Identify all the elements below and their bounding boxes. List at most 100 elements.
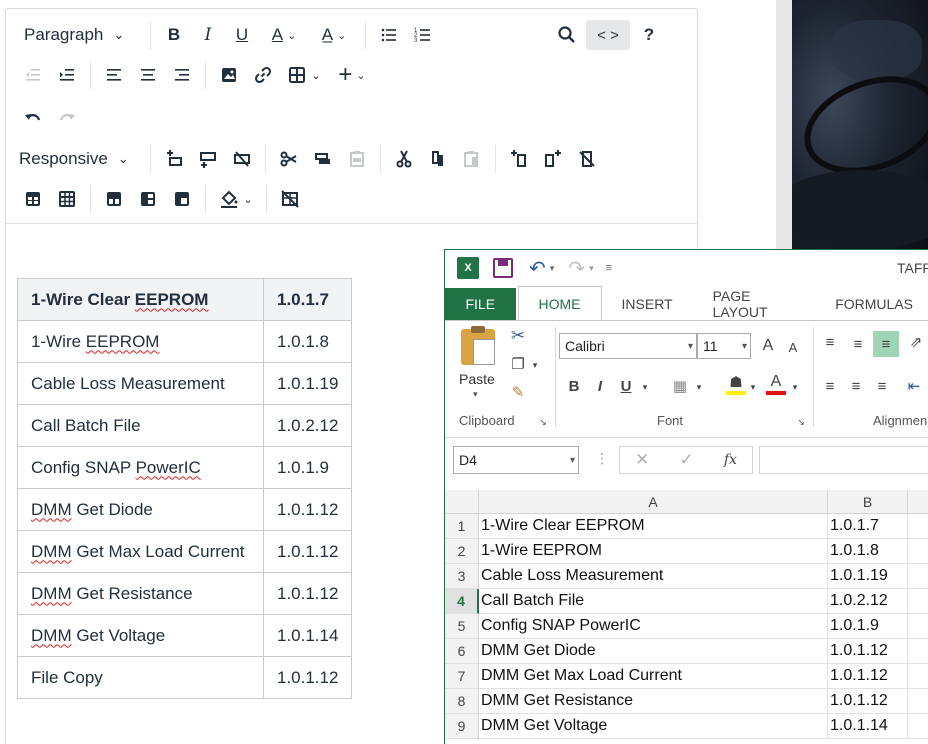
cut-icon[interactable]: ✂ <box>507 325 529 347</box>
table-cell-version[interactable]: 1.0.1.12 <box>262 488 353 531</box>
redo-icon[interactable]: ↷ <box>568 256 585 281</box>
row-header[interactable]: 3 <box>445 564 479 589</box>
table-cell-name[interactable]: DMM Get Max Load Current <box>17 530 264 573</box>
outdent-button[interactable] <box>18 60 48 90</box>
enter-icon[interactable]: ✓ <box>679 450 693 470</box>
row-header[interactable]: 6 <box>445 639 479 664</box>
cancel-icon[interactable]: ✕ <box>635 450 649 470</box>
chevron-down-icon[interactable]: ▾ <box>789 377 801 397</box>
table-cell-version[interactable]: 1.0.1.14 <box>262 614 353 657</box>
chevron-down-icon[interactable]: ▾ <box>529 355 541 375</box>
cell-b[interactable]: 1.0.1.8 <box>828 539 908 564</box>
shrink-font-button[interactable]: A <box>783 337 803 357</box>
chevron-down-icon[interactable]: ▾ <box>473 389 478 400</box>
chevron-down-icon[interactable]: ▾ <box>550 263 555 274</box>
cell-a[interactable]: DMM Get Resistance <box>479 689 828 714</box>
name-box[interactable]: D4 ▾ <box>453 446 579 474</box>
align-bottom-icon[interactable]: ≡ <box>873 331 899 357</box>
insert-row-after-button[interactable] <box>193 144 223 174</box>
insert-function-button[interactable]: fx <box>724 452 737 468</box>
table-cell-version[interactable]: 1.0.1.12 <box>262 572 353 615</box>
grow-font-button[interactable]: A <box>757 335 779 357</box>
row-header[interactable]: 4 <box>445 589 479 614</box>
delete-table-button[interactable] <box>275 184 305 214</box>
table-row[interactable]: DMM Get Diode 1.0.1.12 <box>17 488 353 531</box>
insert-column-after-button[interactable] <box>538 144 568 174</box>
column-header-b[interactable]: B <box>828 490 908 514</box>
align-center-button[interactable] <box>133 60 163 90</box>
cell-b[interactable]: 1.0.1.9 <box>828 614 908 639</box>
table-row[interactable]: DMM Get Max Load Current 1.0.1.12 <box>17 530 353 573</box>
tab-file[interactable]: FILE <box>445 288 516 320</box>
table-button[interactable]: ⌄ <box>282 60 326 90</box>
highlight-color-button[interactable]: A̲ ⌄ <box>311 20 357 50</box>
source-code-button[interactable]: < > <box>586 20 630 50</box>
cell-c[interactable] <box>908 664 928 689</box>
copy-column-button[interactable] <box>423 144 453 174</box>
cut-row-button[interactable] <box>274 144 304 174</box>
table-cell-name[interactable]: 1-Wire EEPROM <box>17 320 264 363</box>
cell-c[interactable] <box>908 639 928 664</box>
insert-menu-button[interactable]: + ⌄ <box>330 60 374 90</box>
table-row[interactable]: DMM Get Voltage 1.0.1.14 <box>17 614 353 657</box>
table-cell-version[interactable]: 1.0.2.12 <box>262 404 353 447</box>
cell-c[interactable] <box>908 564 928 589</box>
paste-icon[interactable] <box>461 326 495 365</box>
table-cell-version[interactable]: 1.0.1.19 <box>262 362 353 405</box>
cell-c[interactable] <box>908 714 928 739</box>
chevron-down-icon[interactable]: ▾ <box>693 377 705 397</box>
column-header-button[interactable] <box>133 184 163 214</box>
table-cell-version[interactable]: 1.0.1.7 <box>262 278 353 321</box>
table-row[interactable]: 1-Wire EEPROM 1.0.1.8 <box>17 320 353 363</box>
chevron-down-icon[interactable]: ▾ <box>747 377 759 397</box>
row-header[interactable]: 1 <box>445 514 479 539</box>
tab-formulas[interactable]: FORMULAS <box>821 288 928 320</box>
cell-a[interactable]: DMM Get Voltage <box>479 714 828 739</box>
row-header[interactable]: 5 <box>445 614 479 639</box>
copy-icon[interactable]: ❐ <box>507 353 529 375</box>
cell-a[interactable]: Call Batch File <box>479 589 828 614</box>
table-cell-name[interactable]: Call Batch File <box>17 404 264 447</box>
chevron-down-icon[interactable]: ▾ <box>639 377 651 397</box>
cell-a[interactable]: DMM Get Max Load Current <box>479 664 828 689</box>
cell-c[interactable] <box>908 689 928 714</box>
cell-b[interactable]: 1.0.1.14 <box>828 714 908 739</box>
decrease-indent-icon[interactable]: ⇤ <box>901 375 927 397</box>
content-table[interactable]: 1-Wire Clear EEPROM 1.0.1.7 1-Wire EEPROM 1… <box>17 278 353 699</box>
help-button[interactable]: ? <box>634 20 664 50</box>
insert-image-button[interactable] <box>214 60 244 90</box>
table-cell-version[interactable]: 1.0.1.12 <box>262 656 353 699</box>
bold-button[interactable]: B <box>159 20 189 50</box>
cell-b[interactable]: 1.0.1.19 <box>828 564 908 589</box>
bullet-list-button[interactable] <box>374 20 404 50</box>
align-left-icon[interactable]: ≡ <box>819 375 841 397</box>
table-width-select[interactable]: Responsive ⌄ <box>16 144 144 174</box>
align-top-icon[interactable]: ≡ <box>819 331 841 353</box>
delete-column-button[interactable] <box>572 144 602 174</box>
dialog-launcher-icon[interactable]: ↘ <box>795 415 807 429</box>
table-cell-name[interactable]: File Copy <box>17 656 264 699</box>
format-painter-icon[interactable]: ✎ <box>507 381 529 403</box>
formula-input[interactable] <box>759 446 928 474</box>
cell-a[interactable]: 1-Wire Clear EEPROM <box>479 514 828 539</box>
italic-button[interactable]: I <box>193 20 223 50</box>
orientation-icon[interactable]: ⇗ <box>905 331 927 353</box>
cell-b[interactable]: 1.0.1.12 <box>828 664 908 689</box>
font-color-button[interactable]: A <box>765 371 787 397</box>
dialog-launcher-icon[interactable]: ↘ <box>537 415 549 429</box>
row-header[interactable]: 9 <box>445 714 479 739</box>
italic-button[interactable]: I <box>589 375 611 397</box>
cell-a[interactable]: Cable Loss Measurement <box>479 564 828 589</box>
tab-home[interactable]: HOME <box>517 286 602 320</box>
paste-label[interactable]: Paste <box>459 371 495 387</box>
font-name-select[interactable]: Calibri ▾ <box>559 333 697 359</box>
table-cell-name[interactable]: DMM Get Voltage <box>17 614 264 657</box>
fill-color-button[interactable]: ☗ <box>725 371 747 397</box>
cell-a[interactable]: Config SNAP PowerIC <box>479 614 828 639</box>
cell-properties-button[interactable] <box>52 184 82 214</box>
cell-c[interactable] <box>908 589 928 614</box>
merge-cells-button[interactable] <box>167 184 197 214</box>
cell-b[interactable]: 1.0.2.12 <box>828 589 908 614</box>
insert-row-before-button[interactable] <box>159 144 189 174</box>
align-center-icon[interactable]: ≡ <box>845 375 867 397</box>
